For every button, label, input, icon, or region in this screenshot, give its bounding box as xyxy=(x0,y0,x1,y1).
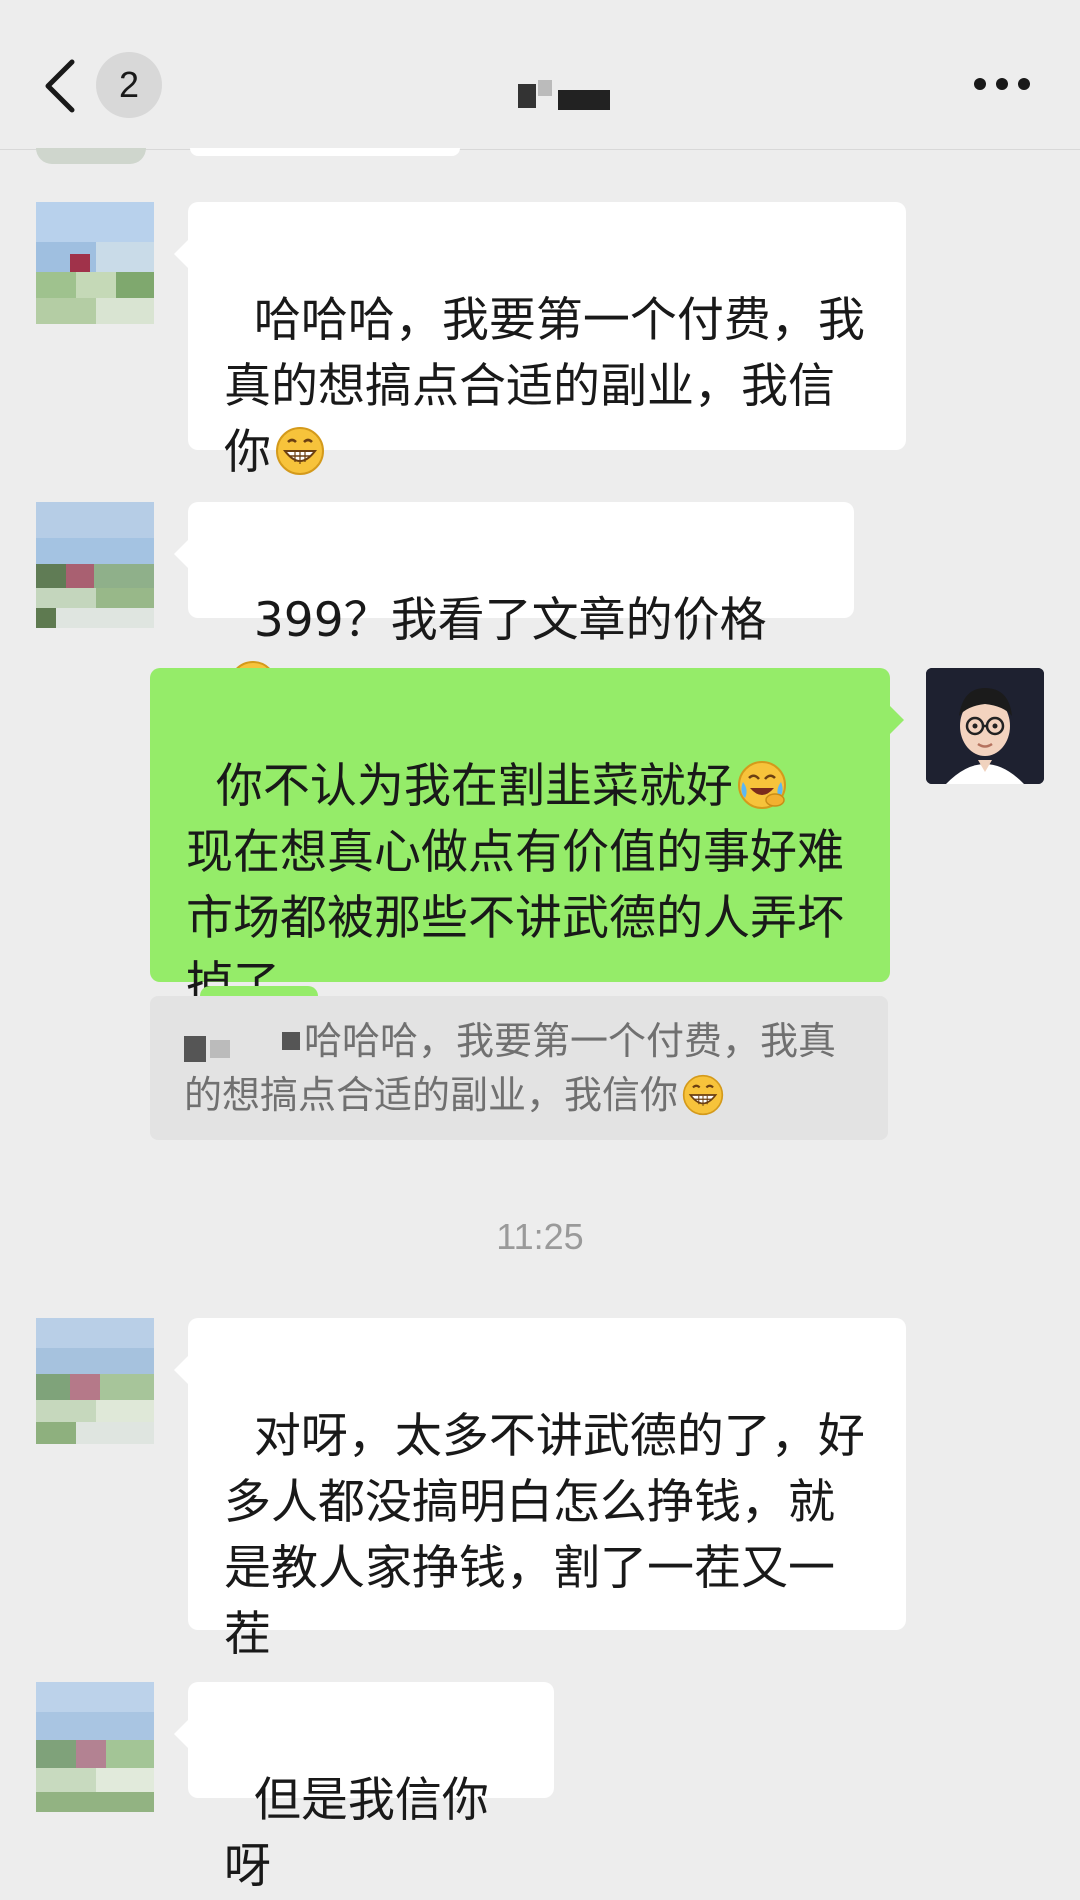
contact-avatar[interactable] xyxy=(36,502,154,628)
message-bubble[interactable]: 哈哈哈，我要第一个付费，我真的想搞点合适的副业，我信你 xyxy=(174,202,906,480)
message-text: 399？我看了文章的价格 xyxy=(253,593,767,648)
message-bubble[interactable]: 但是我信你呀 xyxy=(174,1682,554,1894)
loudly-laughing-face-emoji-icon xyxy=(737,761,786,809)
message-text: 对呀，太多不讲武德的了，好多人都没搞明白怎么挣钱，就是教人家挣钱，割了一茬又一茬 xyxy=(224,1409,865,1662)
back-chevron-icon[interactable] xyxy=(40,58,80,114)
message-text-continued: 现在想真心做点有价值的事好难 市场都被那些不讲武德的人弄坏掉了 xyxy=(186,825,874,1012)
contact-avatar[interactable] xyxy=(36,1682,154,1812)
bubble-fragment xyxy=(200,986,318,996)
unread-count-badge[interactable]: 2 xyxy=(96,52,162,118)
contact-avatar[interactable] xyxy=(36,1318,154,1444)
message-text: 你不认为我在割韭菜就好 xyxy=(215,759,733,814)
message-bubble[interactable]: 对呀，太多不讲武德的了，好多人都没搞明白怎么挣钱，就是教人家挣钱，割了一茬又一茬 xyxy=(174,1318,906,1662)
grinning-face-emoji-icon xyxy=(682,1074,724,1116)
quoted-reply[interactable]: 哈哈哈，我要第一个付费，我真的想搞点合适的副业，我信你 xyxy=(150,996,888,1140)
contact-avatar[interactable] xyxy=(36,202,154,324)
chat-timestamp: 11:25 xyxy=(496,1216,584,1257)
previous-bubble-fragment xyxy=(190,148,460,156)
top-navigation-bar: 2 xyxy=(0,0,1080,150)
previous-avatar-fragment xyxy=(36,148,146,164)
message-bubble[interactable]: 399？我看了文章的价格 xyxy=(174,502,854,709)
own-message-bubble[interactable]: 你不认为我在割韭菜就好现在想真心做点有价值的事好难 市场都被那些不讲武德的人弄坏… xyxy=(150,668,904,1012)
message-text: 但是我信你呀 xyxy=(224,1773,489,1894)
more-options-icon[interactable] xyxy=(974,70,1030,98)
grinning-face-emoji-icon xyxy=(276,427,324,475)
own-avatar[interactable] xyxy=(926,668,1044,784)
quoted-sender-redacted xyxy=(184,1026,304,1062)
chat-title-redacted xyxy=(510,80,610,110)
